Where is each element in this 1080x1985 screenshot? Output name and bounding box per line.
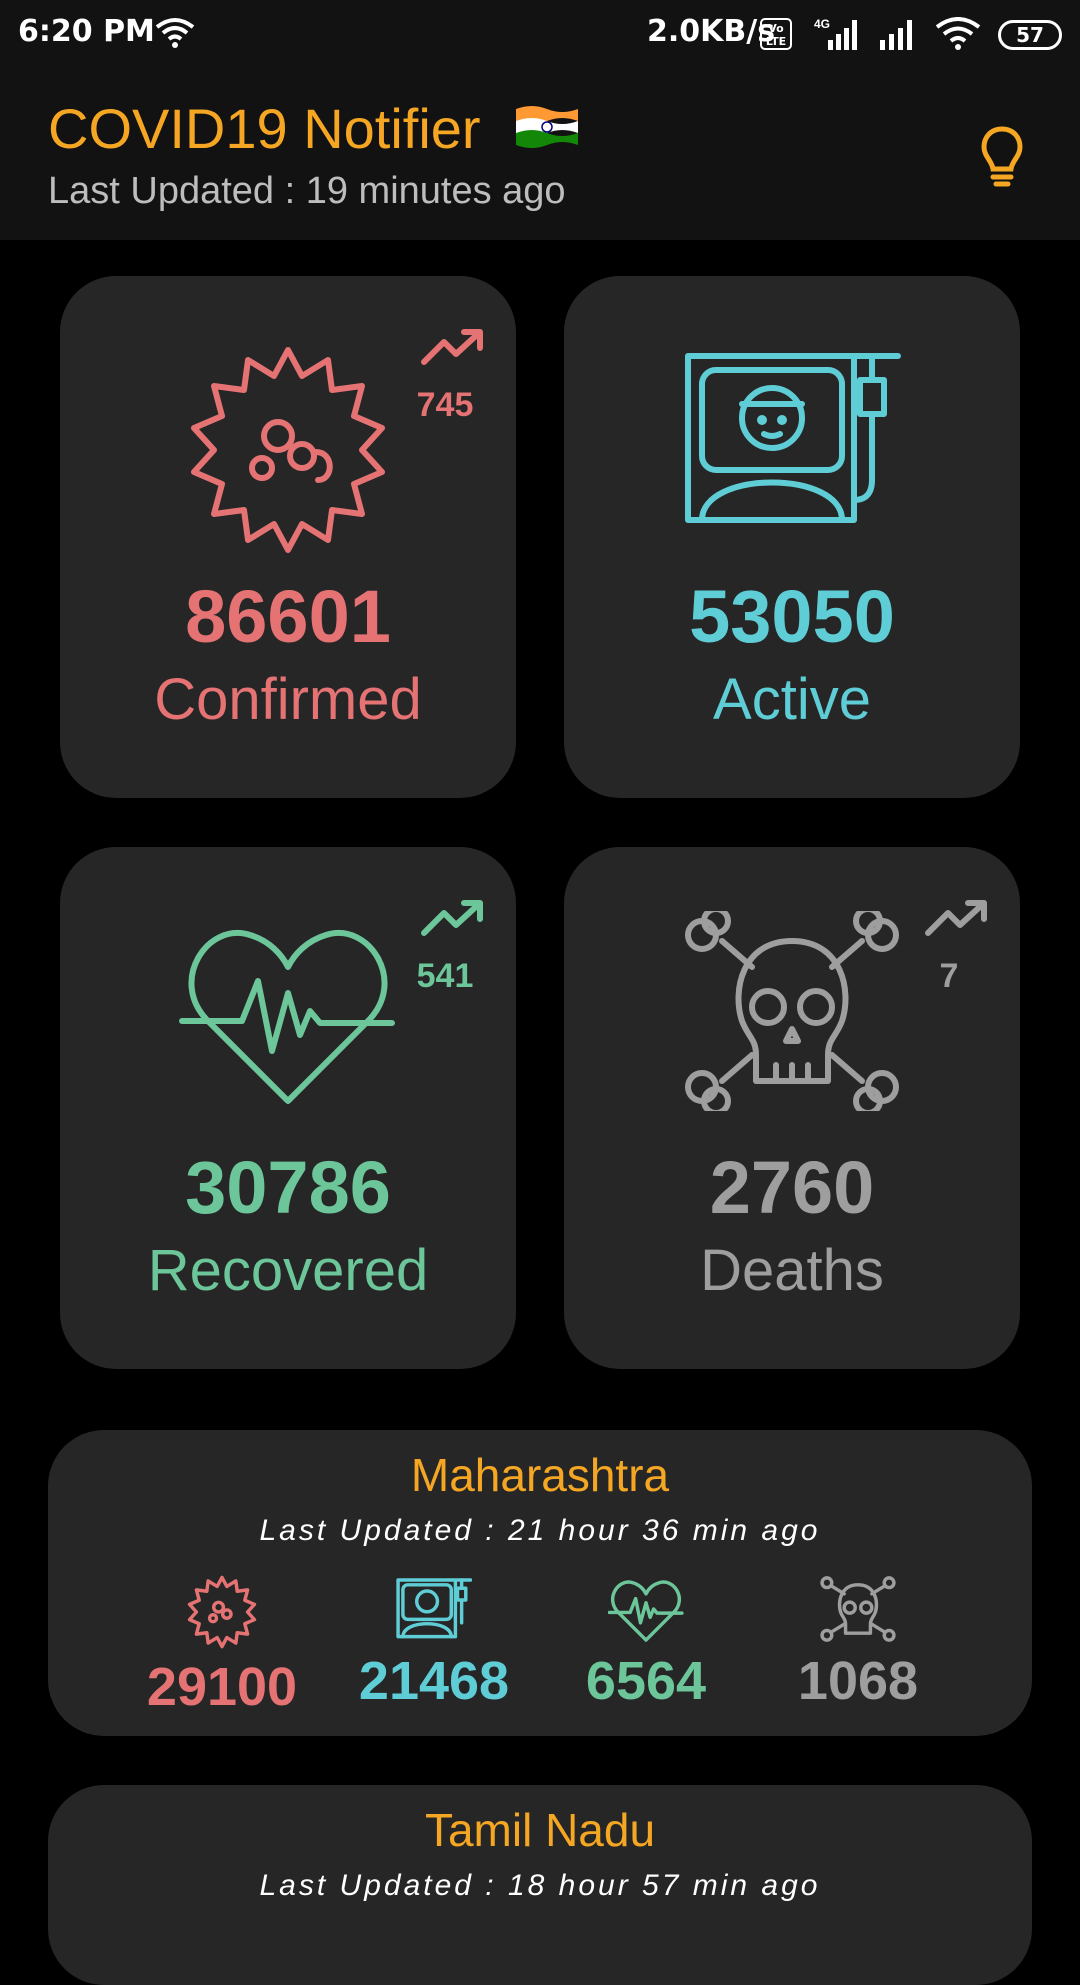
recovered-delta: 541 xyxy=(416,957,474,995)
app-title: COVID19 Notifier xyxy=(48,96,580,161)
confirmed-card[interactable]: 745 86601 Confirmed xyxy=(60,276,516,798)
status-time: 6:20 PM xyxy=(18,14,155,49)
skull-crossbones-icon xyxy=(820,1576,896,1642)
wifi-icon xyxy=(155,18,195,48)
network-speed: 2.0KB/s xyxy=(647,14,776,49)
heartbeat-icon xyxy=(179,930,395,1104)
patient-bed-icon xyxy=(396,1578,472,1639)
signal-icon xyxy=(880,20,912,50)
virus-icon xyxy=(191,347,385,553)
app-title-text: COVID19 Notifier xyxy=(48,97,481,160)
deaths-card[interactable]: 7 2760 Deaths xyxy=(564,847,1020,1369)
state-last-updated: Last Updated : 21 hour 36 min ago xyxy=(259,1514,821,1547)
active-count: 53050 xyxy=(689,575,895,658)
state-confirmed: 29100 xyxy=(122,1574,322,1718)
heartbeat-icon xyxy=(608,1580,684,1642)
signal-4g-icon: 4G xyxy=(814,17,857,50)
deaths-delta: 7 xyxy=(939,957,959,995)
deaths-label: Deaths xyxy=(700,1238,884,1303)
patient-bed-icon xyxy=(685,353,901,523)
state-deaths: 1068 xyxy=(758,1574,958,1712)
india-flag-icon xyxy=(516,106,579,149)
state-active: 21468 xyxy=(334,1574,534,1712)
recovered-card[interactable]: 541 30786 Recovered xyxy=(60,847,516,1369)
state-active-count: 21468 xyxy=(358,1651,510,1711)
confirmed-delta: 745 xyxy=(416,386,474,424)
state-confirmed-count: 29100 xyxy=(146,1657,298,1717)
trending-up-icon xyxy=(421,900,483,936)
status-bar: 6:20 PM 2.0KB/s Vo LTE 4G 57 xyxy=(0,0,1080,70)
state-recovered-count: 6564 xyxy=(585,1651,707,1711)
theme-toggle-bulb-icon[interactable] xyxy=(980,125,1024,187)
recovered-label: Recovered xyxy=(147,1238,429,1303)
wifi-icon xyxy=(935,17,981,50)
state-name: Tamil Nadu xyxy=(424,1804,656,1856)
deaths-count: 2760 xyxy=(709,1146,875,1229)
state-recovered: 6564 xyxy=(546,1574,746,1712)
state-deaths-count: 1068 xyxy=(797,1651,919,1711)
confirmed-count: 86601 xyxy=(185,575,391,658)
svg-text:4G: 4G xyxy=(814,17,830,31)
state-card-tamil-nadu[interactable]: Tamil Nadu Last Updated : 18 hour 57 min… xyxy=(48,1785,1032,1985)
recovered-count: 30786 xyxy=(185,1146,391,1229)
trending-up-icon xyxy=(925,900,987,936)
state-last-updated: Last Updated : 18 hour 57 min ago xyxy=(259,1869,821,1902)
virus-icon xyxy=(187,1575,257,1649)
app-bar: COVID19 Notifier Last Updated : 19 minut… xyxy=(0,70,1080,240)
active-card[interactable]: 53050 Active xyxy=(564,276,1020,798)
last-updated: Last Updated : 19 minutes ago xyxy=(48,170,566,212)
state-name: Maharashtra xyxy=(410,1449,670,1501)
confirmed-label: Confirmed xyxy=(154,667,422,732)
trending-up-icon xyxy=(421,329,483,365)
volte-icon: Vo LTE xyxy=(760,18,792,50)
battery-icon: 57 xyxy=(998,20,1062,50)
active-label: Active xyxy=(713,667,871,732)
skull-crossbones-icon xyxy=(685,911,899,1111)
state-card-maharashtra[interactable]: Maharashtra Last Updated : 21 hour 36 mi… xyxy=(48,1430,1032,1736)
